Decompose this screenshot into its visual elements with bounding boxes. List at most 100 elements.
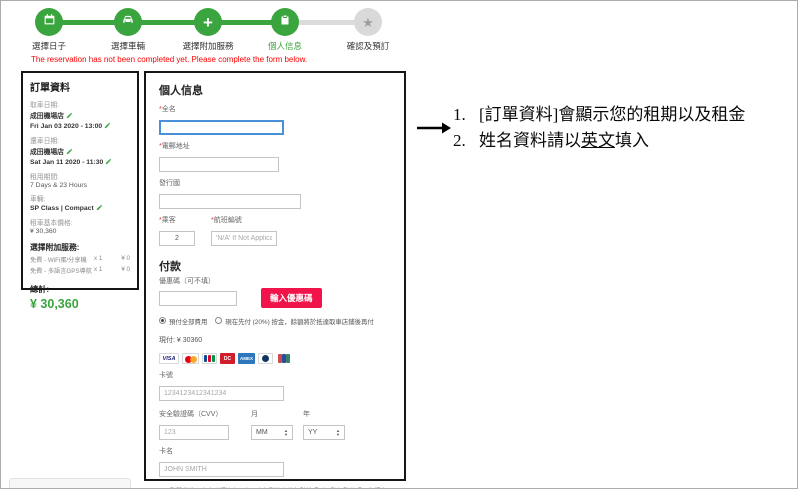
coupon-label: 優惠碼（可不填） xyxy=(159,278,215,285)
addon-name: 免費 - 多語言GPS導航 xyxy=(30,268,92,275)
base-price-label: 租車基本價格: xyxy=(30,220,73,227)
apply-coupon-button[interactable]: 輸入優惠碼 xyxy=(261,288,322,308)
addons-title: 選擇附加服務: xyxy=(30,243,80,252)
edit-icon[interactable] xyxy=(66,112,73,121)
step-choose-vehicle[interactable] xyxy=(114,8,142,36)
vehicle-label: 車輛: xyxy=(30,196,46,203)
step-addons[interactable]: + xyxy=(194,8,222,36)
total-label: 總計: xyxy=(30,285,50,294)
mastercard-icon xyxy=(182,353,199,364)
addon-qty: x 1 xyxy=(94,266,103,273)
annotation-notes: 1. [訂單資料]會顯示您的租期以及租金 2. 姓名資料請以英文填入 xyxy=(453,102,797,154)
cvv-input[interactable] xyxy=(159,425,229,440)
note-number: 2. xyxy=(453,131,466,150)
payment-title: 付款 xyxy=(159,261,181,273)
addon-row: 免費 - 多語言GPS導航 x 1 ¥ 0 xyxy=(30,266,130,275)
flight-number-label: *航班編號 xyxy=(211,217,242,224)
order-summary-panel: 訂單資料 取車日期: 成田機場店 Fri Jan 03 2020 - 13:00… xyxy=(21,71,139,311)
return-datetime: Sat Jan 11 2020 - 11:30 xyxy=(30,158,130,167)
select-arrows-icon xyxy=(284,429,288,437)
radio-unchecked-icon[interactable] xyxy=(215,317,223,324)
year-value: YY xyxy=(308,429,318,436)
edit-icon[interactable] xyxy=(104,122,111,131)
pickup-datetime: Fri Jan 03 2020 - 13:00 xyxy=(30,122,130,131)
coupon-input[interactable] xyxy=(159,290,237,306)
step-label-confirm: 確認及預訂 xyxy=(346,41,390,51)
year-label: 年 xyxy=(303,411,310,418)
calendar-icon xyxy=(43,13,56,31)
dc-card-icon: DC xyxy=(220,353,235,364)
base-price-value: ¥ 30,360 xyxy=(30,228,57,235)
jcb-icon xyxy=(202,353,217,364)
passenger-flight-row: *乘客 *航班編號 xyxy=(159,215,391,246)
pay-full-option[interactable]: 預付全部費用 xyxy=(159,317,207,326)
personal-info-title: 個人信息 xyxy=(159,85,203,97)
month-label: 月 xyxy=(251,411,258,418)
addon-name: 免費 - WiFi蛋/分享機 xyxy=(30,257,87,264)
radio-checked-icon[interactable] xyxy=(159,317,166,324)
plus-icon: + xyxy=(203,12,213,32)
duration-label: 租用期間: xyxy=(30,174,60,181)
card-name-label: 卡名 xyxy=(159,448,173,455)
accepted-cards: VISA DC AMEX xyxy=(159,353,391,364)
total-value: ¥ 30,360 xyxy=(30,297,79,311)
duration-value: 7 Days & 23 Hours xyxy=(30,182,88,189)
step-label-personal-info: 個人信息 xyxy=(267,41,302,51)
amount-due: 現付: ¥ 30360 xyxy=(159,337,203,344)
checkout-form: 個人信息 *全名 *電郵地址 發行國 *乘客 *航班編號 付款 優惠碼（可不填）… xyxy=(144,71,406,481)
passengers-input[interactable] xyxy=(159,231,195,246)
issuing-country-input[interactable] xyxy=(159,194,301,209)
star-icon: ★ xyxy=(362,14,374,30)
unionpay-icon xyxy=(276,353,291,364)
cvv-expiry-row: 安全驗證碼（CVV） 月 MM 年 YY xyxy=(159,409,391,440)
year-select[interactable]: YY xyxy=(303,425,345,440)
email-input[interactable] xyxy=(159,157,279,172)
partial-bottom-button[interactable] xyxy=(9,478,131,488)
arrow-icon xyxy=(416,120,452,141)
terms-text: 點擊此格，本人確認擁有可在日本駕駛的有效駕駛執照（國際駕駛執照．翻譯本等）、並確… xyxy=(170,487,391,488)
pickup-date-label: 取車日期: xyxy=(30,102,60,109)
return-date-label: 還車日期: xyxy=(30,138,60,145)
pay-full-label: 預付全部費用 xyxy=(169,319,208,326)
edit-icon[interactable] xyxy=(105,158,112,167)
pay-deposit-option[interactable]: 現在先付 (20%) 按金，餘額將於抵達取車店鋪後再付 xyxy=(215,317,374,326)
flight-number-input[interactable] xyxy=(211,231,277,246)
note-item-2: 2. 姓名資料請以英文填入 xyxy=(453,128,797,154)
edit-icon[interactable] xyxy=(96,204,103,213)
pickup-location: 成田機場店 xyxy=(30,110,130,121)
booking-page: 選擇日子 選擇車輛 + 選擇附加服務 個人信息 ★ 確認及預訂 The rese… xyxy=(0,0,798,489)
clipboard-icon xyxy=(279,13,291,31)
step-choose-date[interactable] xyxy=(35,8,63,36)
month-value: MM xyxy=(256,429,268,436)
full-name-input[interactable] xyxy=(159,120,284,135)
full-name-label: *全名 xyxy=(159,106,176,113)
payment-options: 預付全部費用 現在先付 (20%) 按金，餘額將於抵達取車店鋪後再付 xyxy=(159,317,391,326)
visa-icon: VISA xyxy=(159,353,179,364)
progress-stepper: 選擇日子 選擇車輛 + 選擇附加服務 個人信息 ★ 確認及預訂 xyxy=(1,1,441,51)
car-icon xyxy=(121,13,135,32)
month-select[interactable]: MM xyxy=(251,425,293,440)
addon-qty: x 1 xyxy=(94,255,103,262)
amex-icon: AMEX xyxy=(238,353,255,364)
addon-row: 免費 - WiFi蛋/分享機 x 1 ¥ 0 xyxy=(30,255,130,264)
vehicle-value: SP Class | Compact xyxy=(30,204,130,213)
note-number: 1. xyxy=(453,105,466,124)
passengers-label: *乘客 xyxy=(159,217,176,224)
card-name-input[interactable] xyxy=(159,462,284,477)
diners-icon xyxy=(258,353,273,364)
email-label: *電郵地址 xyxy=(159,143,190,150)
edit-icon[interactable] xyxy=(66,148,73,157)
cvv-label: 安全驗證碼（CVV） xyxy=(159,411,223,418)
addon-price: ¥ 0 xyxy=(121,255,130,262)
issuing-country-label: 發行國 xyxy=(159,180,180,187)
terms-row: 點擊此格，本人確認擁有可在日本駕駛的有效駕駛執照（國際駕駛執照．翻譯本等）、並確… xyxy=(159,487,391,489)
stepper-progress xyxy=(49,20,285,25)
step-personal-info[interactable] xyxy=(271,8,299,36)
select-arrows-icon xyxy=(336,429,340,437)
terms-checkbox[interactable] xyxy=(159,488,166,489)
card-number-label: 卡號 xyxy=(159,372,173,379)
step-confirm[interactable]: ★ xyxy=(354,8,382,36)
card-number-input[interactable] xyxy=(159,386,284,401)
pay-deposit-label: 現在先付 (20%) 按金，餘額將於抵達取車店鋪後再付 xyxy=(225,319,374,326)
return-location: 成田機場店 xyxy=(30,146,130,157)
